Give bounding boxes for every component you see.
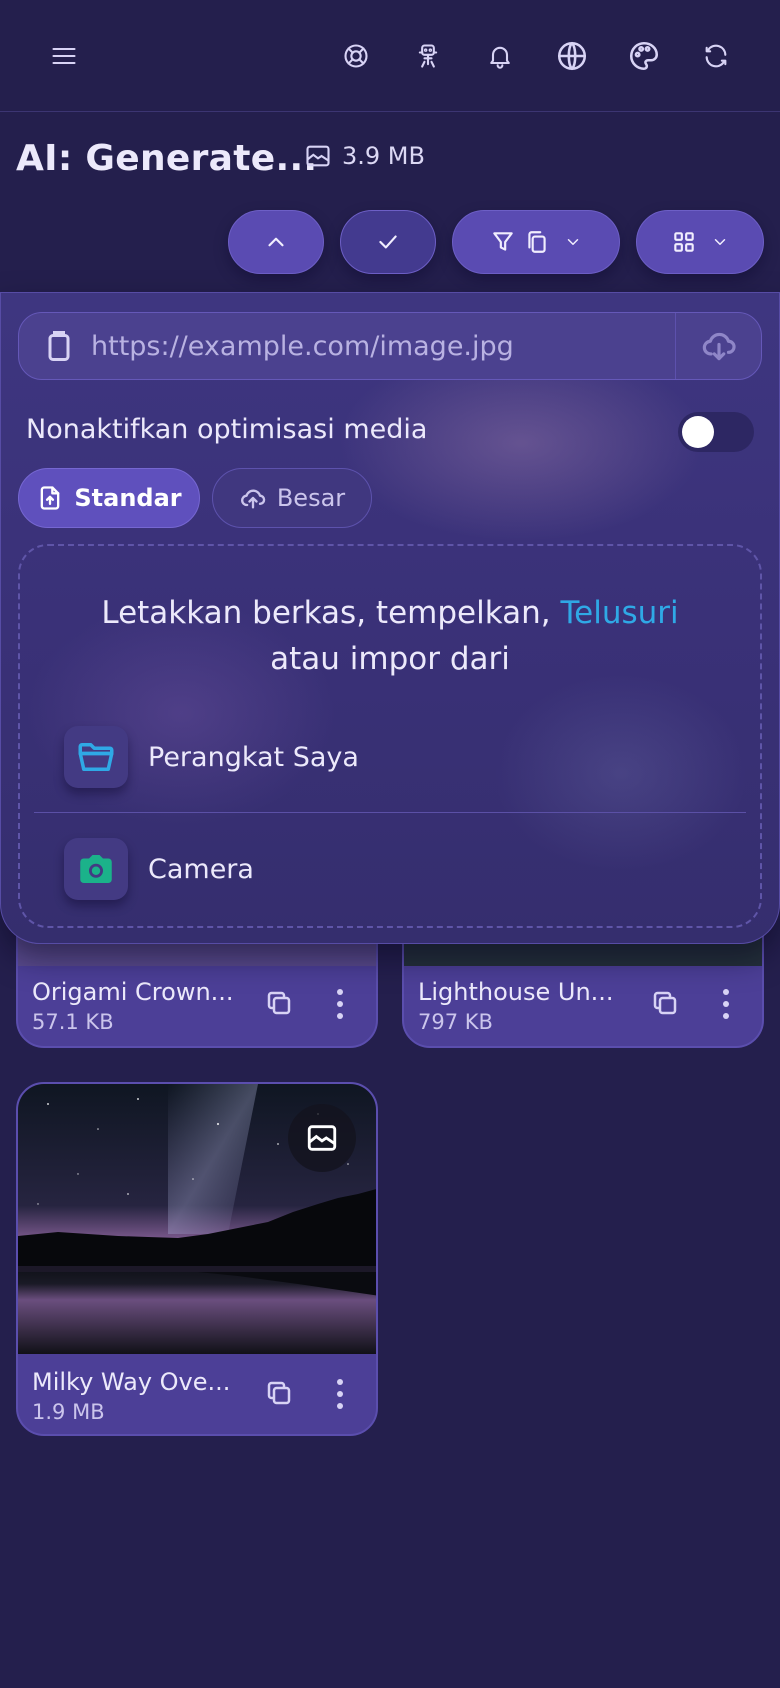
camera-icon — [80, 855, 112, 883]
ai-button[interactable] — [404, 32, 452, 80]
more-button[interactable] — [328, 986, 352, 1022]
select-button[interactable] — [340, 210, 436, 274]
total-size: 3.9 MB — [304, 142, 425, 170]
notifications-button[interactable] — [476, 32, 524, 80]
source-icon-box — [64, 838, 128, 900]
cloud-download-icon — [702, 332, 736, 361]
more-vertical-icon — [337, 989, 343, 1019]
copy-button[interactable] — [264, 1378, 296, 1410]
source-label: Camera — [148, 853, 254, 885]
file-card[interactable]: Milky Way Ove... 1.9 MB — [16, 1082, 378, 1436]
filter-icon — [493, 232, 513, 251]
standard-mode-label: Standar — [74, 484, 182, 512]
large-mode-label: Besar — [276, 484, 346, 512]
theme-button[interactable] — [620, 32, 668, 80]
source-label: Perangkat Saya — [148, 741, 359, 773]
robot-icon — [418, 44, 438, 68]
drop-instructions: Letakkan berkas, tempelkan, Telusuri ata… — [18, 590, 762, 682]
chevron-up-icon — [268, 237, 284, 247]
bell-icon — [490, 46, 510, 69]
file-size: 57.1 KB — [32, 1010, 114, 1034]
file-name: Milky Way Ove... — [32, 1368, 231, 1396]
more-vertical-icon — [723, 989, 729, 1019]
file-name: Origami Crown... — [32, 978, 234, 1006]
drop-text-before: Letakkan berkas, tempelkan, — [101, 595, 561, 631]
file-meta: Lighthouse Un... 797 KB — [404, 964, 762, 1046]
copy-icon — [653, 991, 677, 1015]
image-icon — [307, 1125, 337, 1151]
chevron-down-icon — [567, 239, 579, 245]
copy-icon — [267, 1381, 291, 1405]
file-name: Lighthouse Un... — [418, 978, 614, 1006]
import-url-button[interactable] — [675, 313, 761, 379]
view-button[interactable] — [636, 210, 764, 274]
copy-button[interactable] — [650, 988, 682, 1020]
total-size-label: 3.9 MB — [342, 142, 425, 170]
collapse-button[interactable] — [228, 210, 324, 274]
help-button[interactable] — [332, 32, 380, 80]
file-meta: Origami Crown... 57.1 KB — [18, 964, 376, 1046]
source-camera[interactable]: Camera — [64, 838, 254, 900]
more-button[interactable] — [714, 986, 738, 1022]
language-button[interactable] — [548, 32, 596, 80]
file-size: 797 KB — [418, 1010, 493, 1034]
source-divider — [34, 812, 746, 813]
more-vertical-icon — [337, 1379, 343, 1409]
copy-button[interactable] — [264, 988, 296, 1020]
filter-button[interactable] — [452, 210, 620, 274]
clipboard-icon[interactable] — [41, 328, 77, 364]
lifebuoy-icon — [344, 44, 368, 68]
globe-icon — [557, 41, 587, 71]
url-import-field — [18, 312, 762, 380]
cloud-upload-icon — [240, 489, 266, 509]
optimization-toggle[interactable] — [678, 412, 754, 452]
file-upload-icon — [41, 486, 60, 510]
large-mode-button[interactable]: Besar — [212, 468, 372, 528]
source-my-device[interactable]: Perangkat Saya — [64, 726, 359, 788]
file-meta: Milky Way Ove... 1.9 MB — [18, 1354, 376, 1434]
page-title: AI: Generate... — [16, 138, 318, 179]
image-icon — [306, 145, 330, 167]
image-type-badge — [288, 1104, 356, 1172]
url-input[interactable] — [91, 316, 675, 376]
toggle-knob — [682, 416, 714, 448]
copy-icon — [267, 991, 291, 1015]
optimization-label: Nonaktifkan optimisasi media — [26, 414, 428, 445]
file-size: 1.9 MB — [32, 1400, 105, 1424]
refresh-icon — [705, 44, 727, 68]
source-icon-box — [64, 726, 128, 788]
top-bar — [0, 0, 780, 112]
grid-icon — [674, 232, 694, 252]
check-icon — [379, 235, 397, 249]
menu-icon — [52, 47, 76, 65]
chevron-down-icon — [714, 239, 726, 245]
menu-button[interactable] — [40, 32, 88, 80]
folder-icon — [78, 743, 114, 771]
refresh-button[interactable] — [692, 32, 740, 80]
more-button[interactable] — [328, 1376, 352, 1412]
drop-text-after: atau impor dari — [270, 641, 510, 677]
standard-mode-button[interactable]: Standar — [18, 468, 200, 528]
copy-files-icon — [528, 231, 546, 253]
browse-link[interactable]: Telusuri — [560, 595, 678, 631]
palette-icon — [629, 41, 659, 71]
